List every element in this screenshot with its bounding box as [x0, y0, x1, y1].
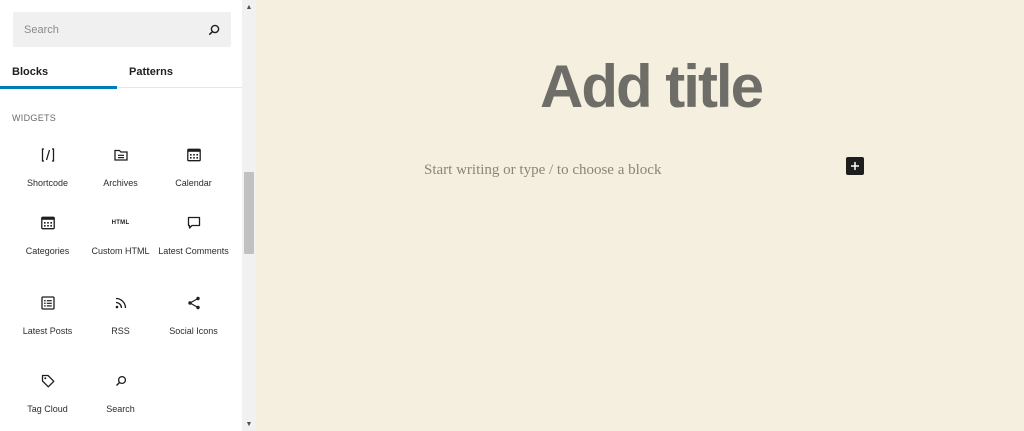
- tab-patterns[interactable]: Patterns: [117, 55, 235, 88]
- block-label: Search: [106, 404, 135, 414]
- html-icon-text: HTML: [111, 220, 130, 226]
- scroll-down-arrow-icon[interactable]: ▼: [242, 417, 256, 431]
- html-icon: HTML: [84, 212, 157, 234]
- post-title-input[interactable]: Add title: [256, 52, 1024, 121]
- search-button[interactable]: [197, 12, 231, 47]
- shortcode-icon: [11, 144, 84, 166]
- block-label: Tag Cloud: [27, 404, 68, 414]
- list-icon: [11, 292, 84, 314]
- categories-icon: [11, 212, 84, 234]
- sidebar-scrollbar[interactable]: ▲ ▼: [242, 0, 256, 431]
- block-categories[interactable]: Categories: [11, 212, 84, 257]
- category-title: WIDGETS: [12, 113, 57, 123]
- block-label: RSS: [111, 326, 130, 336]
- rss-icon: [84, 292, 157, 314]
- block-label: Archives: [103, 178, 138, 188]
- block-label: Shortcode: [26, 178, 69, 188]
- block-inserter-panel: Blocks Patterns WIDGETS Shortcode Archiv…: [0, 0, 242, 431]
- block-shortcode[interactable]: Shortcode: [11, 144, 84, 189]
- tab-blocks[interactable]: Blocks: [0, 55, 117, 89]
- block-label: Social Icons: [169, 326, 218, 336]
- plus-icon: [851, 162, 859, 170]
- block-label: Latest Comments: [158, 246, 229, 256]
- block-label: Calendar: [175, 178, 212, 188]
- block-tag-cloud[interactable]: Tag Cloud: [11, 370, 84, 415]
- block-latest-posts[interactable]: Latest Posts: [11, 292, 84, 337]
- scroll-up-arrow-icon[interactable]: ▲: [242, 0, 256, 14]
- search-box: [13, 12, 231, 47]
- share-icon: [157, 292, 230, 314]
- tab-blocks-label: Blocks: [12, 65, 49, 78]
- search-icon: [208, 24, 220, 35]
- block-social-icons[interactable]: Social Icons: [157, 292, 230, 337]
- block-custom-html[interactable]: HTML Custom HTML: [84, 212, 157, 257]
- block-label: Custom HTML: [91, 246, 150, 256]
- add-block-button[interactable]: [846, 157, 864, 175]
- inserter-tabs: Blocks Patterns: [0, 55, 242, 89]
- tag-icon: [11, 370, 84, 392]
- block-latest-comments[interactable]: Latest Comments: [157, 212, 230, 257]
- block-label: Latest Posts: [22, 326, 73, 336]
- block-search[interactable]: Search: [84, 370, 157, 415]
- scroll-thumb[interactable]: [244, 172, 254, 254]
- block-calendar[interactable]: Calendar: [157, 144, 230, 189]
- block-archives[interactable]: Archives: [84, 144, 157, 189]
- editor-canvas: Add title Start writing or type / to cho…: [256, 0, 1024, 431]
- archives-icon: [84, 144, 157, 166]
- block-label: Categories: [25, 246, 70, 256]
- comment-icon: [157, 212, 230, 234]
- calendar-icon: [157, 144, 230, 166]
- search-input[interactable]: [13, 12, 197, 47]
- search-icon: [84, 370, 157, 392]
- default-block-placeholder[interactable]: Start writing or type / to choose a bloc…: [424, 162, 661, 179]
- tab-patterns-label: Patterns: [129, 65, 174, 78]
- block-rss[interactable]: RSS: [84, 292, 157, 337]
